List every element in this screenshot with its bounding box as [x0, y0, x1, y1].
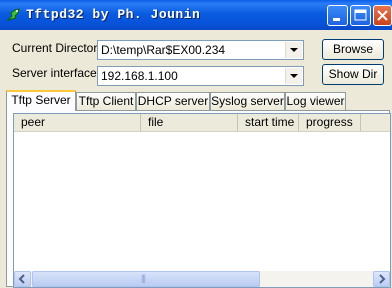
- title-bar: Tftpd32 by Ph. Jounin: [0, 0, 392, 30]
- tab-syslog-server[interactable]: Syslog server: [210, 92, 285, 110]
- close-icon: [377, 10, 388, 21]
- scrollbar-thumb[interactable]: |||: [32, 271, 260, 287]
- show-dir-button-label: Show Dir: [328, 67, 378, 81]
- transfer-list[interactable]: peer file start time progress |||: [13, 113, 391, 288]
- tab-label: Tftp Server: [11, 93, 71, 107]
- chevron-right-icon: [379, 274, 386, 284]
- chevron-left-icon: [18, 274, 25, 284]
- current-directory-label: Current Directory: [12, 41, 104, 55]
- tab-panel: peer file start time progress |||: [6, 110, 391, 288]
- minimize-icon: [333, 18, 340, 21]
- scrollbar-grip: |||: [141, 273, 146, 283]
- column-header-progress[interactable]: progress: [299, 114, 361, 131]
- current-directory-combo[interactable]: D:\temp\Rar$EX00.234: [97, 40, 304, 60]
- horizontal-scrollbar[interactable]: |||: [14, 271, 390, 287]
- server-interface-value: 192.168.1.100: [101, 69, 178, 83]
- main-window: Current Directory D:\temp\Rar$EX00.234 B…: [0, 30, 392, 288]
- current-directory-value: D:\temp\Rar$EX00.234: [101, 43, 226, 57]
- scroll-right-button[interactable]: [373, 271, 390, 287]
- column-header-peer[interactable]: peer: [14, 114, 141, 131]
- server-interface-label: Server interface: [12, 66, 97, 80]
- maximize-icon: [354, 9, 367, 21]
- tab-label: Tftp Client: [78, 94, 134, 108]
- tftpd-app-icon: [6, 7, 22, 23]
- close-button[interactable]: [373, 5, 392, 26]
- tab-label: Log viewer: [286, 94, 345, 108]
- chevron-down-icon[interactable]: [285, 42, 302, 58]
- scroll-left-button[interactable]: [14, 271, 31, 287]
- chevron-down-icon[interactable]: [285, 68, 302, 84]
- tab-label: Syslog server: [211, 94, 284, 108]
- column-header-file[interactable]: file: [141, 114, 238, 131]
- show-dir-button[interactable]: Show Dir: [322, 64, 384, 85]
- column-header-start-time[interactable]: start time: [238, 114, 299, 131]
- browse-button-label: Browse: [332, 42, 373, 56]
- minimize-button[interactable]: [327, 5, 348, 26]
- tab-label: DHCP server: [137, 94, 209, 108]
- list-header: peer file start time progress: [14, 114, 390, 132]
- browse-button[interactable]: Browse: [322, 39, 384, 60]
- tab-dhcp-server[interactable]: DHCP server: [136, 92, 210, 110]
- window-title: Tftpd32 by Ph. Jounin: [26, 7, 201, 22]
- tab-tftp-server[interactable]: Tftp Server: [6, 90, 76, 111]
- tab-log-viewer[interactable]: Log viewer: [285, 92, 346, 110]
- maximize-button[interactable]: [350, 5, 371, 26]
- server-interface-combo[interactable]: 192.168.1.100: [97, 66, 304, 86]
- tab-tftp-client[interactable]: Tftp Client: [76, 92, 136, 110]
